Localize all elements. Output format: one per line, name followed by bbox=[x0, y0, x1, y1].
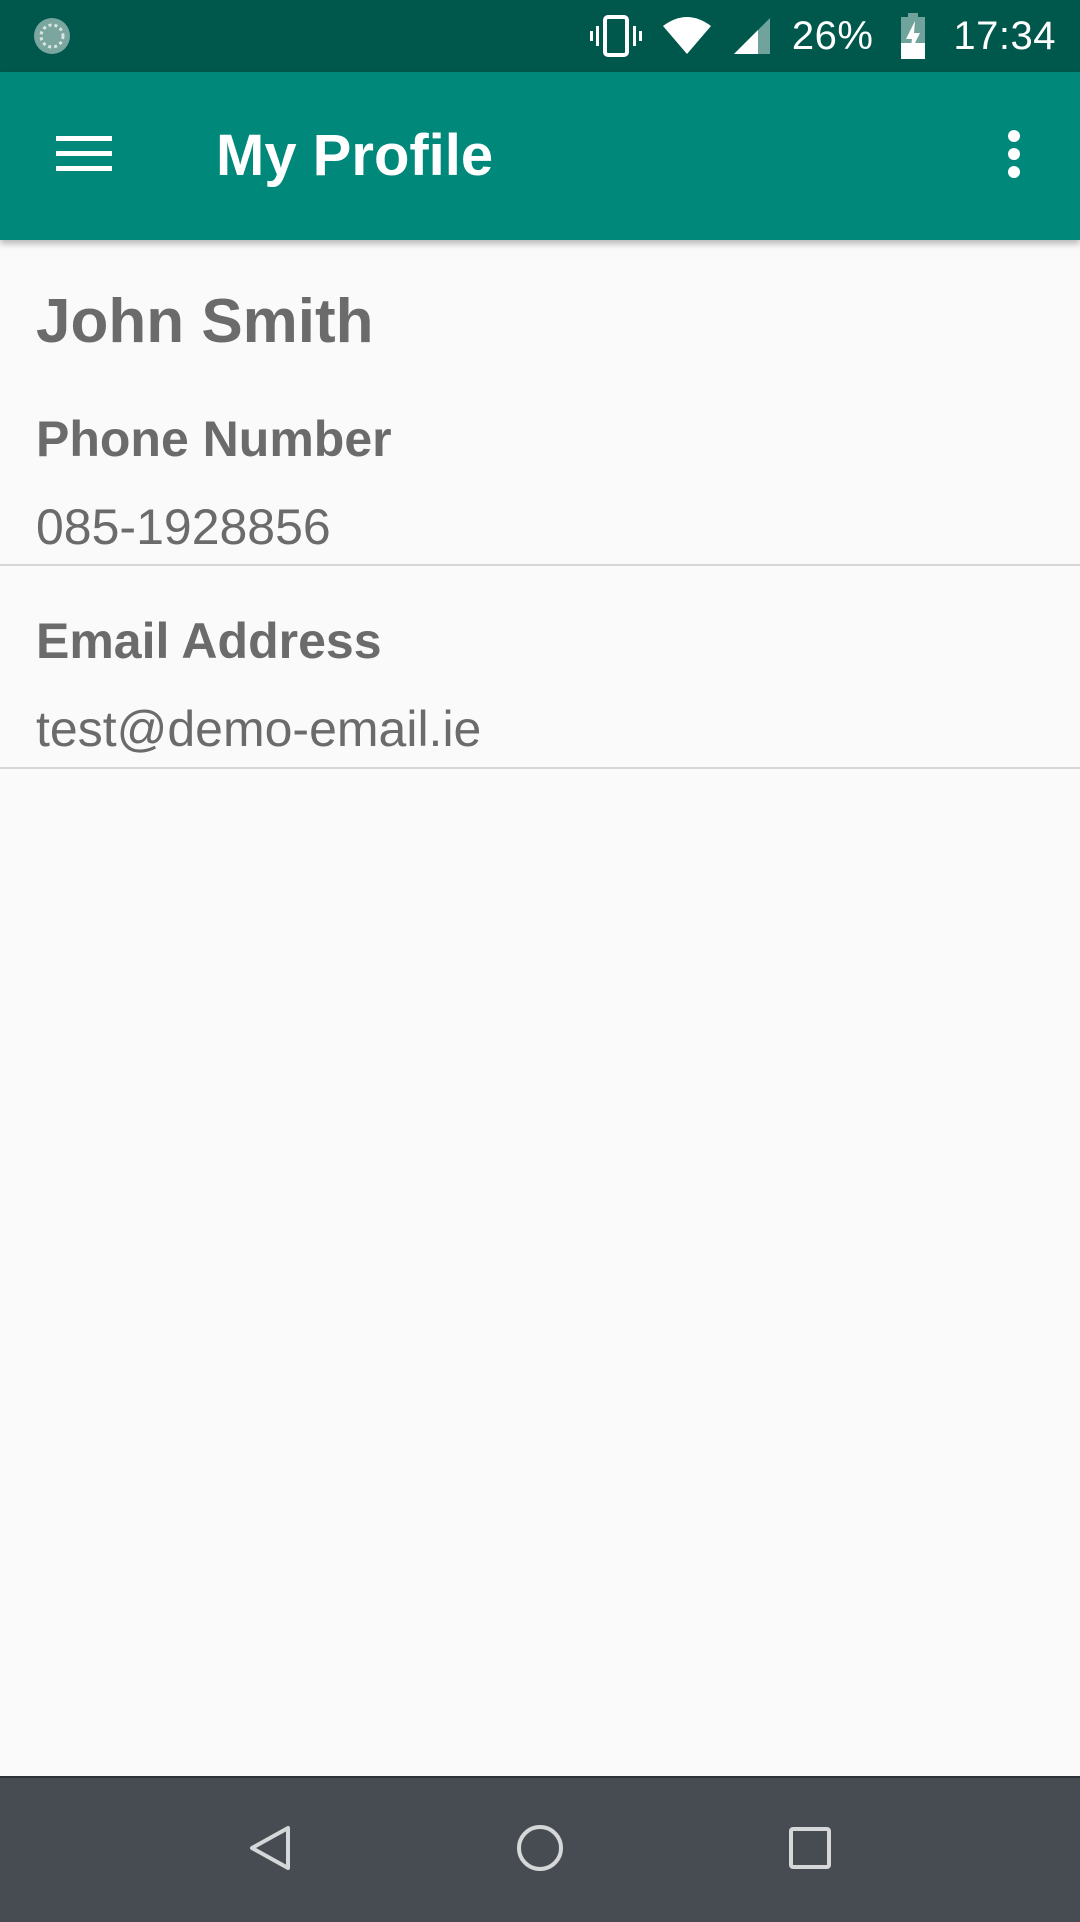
menu-button[interactable] bbox=[30, 102, 138, 210]
email-label: Email Address bbox=[36, 613, 382, 669]
navigation-bar bbox=[0, 1776, 1080, 1922]
status-bar: 26% 17:34 bbox=[0, 0, 1080, 72]
phone-value[interactable]: 085-1928856 bbox=[36, 498, 331, 556]
email-value[interactable]: test@demo-email.ie bbox=[36, 700, 481, 758]
home-circle-icon bbox=[516, 1824, 564, 1877]
battery-percent: 26% bbox=[791, 13, 874, 58]
divider bbox=[0, 767, 1080, 769]
back-triangle-icon bbox=[248, 1824, 292, 1877]
home-button[interactable] bbox=[490, 1800, 590, 1900]
recents-square-icon bbox=[788, 1826, 832, 1875]
more-vert-icon bbox=[1007, 129, 1021, 183]
overflow-menu-button[interactable] bbox=[960, 102, 1068, 210]
page-title: My Profile bbox=[216, 123, 494, 188]
wifi-icon bbox=[662, 16, 712, 56]
vibrate-icon bbox=[589, 14, 642, 58]
clock-time: 17:34 bbox=[953, 13, 1056, 58]
divider bbox=[0, 564, 1080, 566]
battery-charging-icon bbox=[899, 13, 927, 59]
recents-button[interactable] bbox=[760, 1800, 860, 1900]
app-bar: My Profile bbox=[0, 72, 1080, 240]
sync-icon bbox=[32, 16, 72, 56]
phone-label: Phone Number bbox=[36, 411, 392, 467]
hamburger-menu-icon bbox=[56, 134, 112, 179]
signal-icon bbox=[732, 16, 772, 56]
status-icons: 26% 17:34 bbox=[589, 0, 1056, 72]
back-button[interactable] bbox=[220, 1800, 320, 1900]
profile-name: John Smith bbox=[36, 287, 374, 356]
